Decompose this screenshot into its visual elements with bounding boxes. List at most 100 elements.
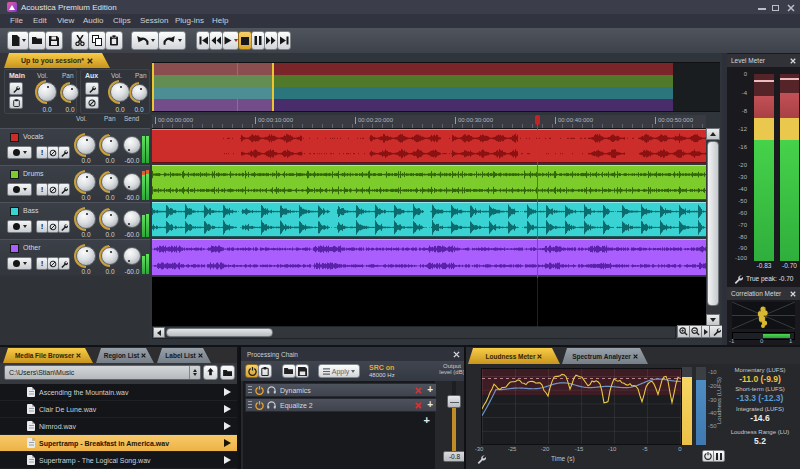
track-volume-knob[interactable]	[76, 135, 96, 155]
timeline-settings-button[interactable]	[709, 325, 723, 338]
redo-button[interactable]	[158, 31, 186, 50]
track-pan-knob[interactable]	[101, 173, 119, 191]
file-row[interactable]: Clair De Lune.wav	[0, 401, 237, 418]
menu-audio[interactable]: Audio	[83, 16, 103, 25]
arm-record-button[interactable]	[7, 146, 32, 159]
session-tab[interactable]: Up to you session*	[4, 53, 110, 68]
add-effect-icon[interactable]: +	[424, 414, 430, 426]
processing-chain-close-icon[interactable]	[453, 351, 460, 358]
vertical-scrollbar[interactable]	[706, 128, 720, 326]
correlation-meter-close-icon[interactable]	[790, 291, 796, 297]
region-tab-close-icon[interactable]	[141, 353, 146, 358]
tab-label-list[interactable]: Label List	[157, 348, 211, 363]
path-select[interactable]: C:\Users\Stian\Music	[4, 365, 201, 380]
aux-fx-button[interactable]	[85, 82, 99, 95]
fx-button[interactable]	[58, 146, 70, 159]
play-button[interactable]	[222, 31, 239, 50]
remove-effect-icon[interactable]	[415, 402, 422, 409]
horizontal-scrollbar[interactable]	[152, 326, 676, 339]
loudness-tab-close-icon[interactable]	[537, 354, 542, 359]
stop-button[interactable]	[238, 31, 252, 50]
vertical-scroll-thumb[interactable]	[707, 141, 719, 306]
menu-view[interactable]: View	[57, 16, 74, 25]
headphones-icon[interactable]	[267, 386, 276, 394]
track-send-knob[interactable]	[123, 136, 141, 154]
new-file-button[interactable]	[7, 31, 29, 50]
main-clipboard-button[interactable]	[9, 96, 23, 109]
file-play-icon[interactable]	[224, 405, 231, 413]
rewind-button[interactable]	[209, 31, 223, 50]
insert-effect-icon[interactable]: +	[427, 400, 433, 410]
menu-session[interactable]: Session	[140, 16, 168, 25]
pause-button[interactable]	[251, 31, 265, 50]
track-pan-knob[interactable]	[101, 210, 119, 228]
file-row-selected[interactable]: Supertramp - Breakfast in America.wav	[0, 435, 237, 452]
effect-power-icon[interactable]	[255, 401, 264, 410]
label-tab-close-icon[interactable]	[198, 353, 203, 358]
session-overview[interactable]	[152, 62, 720, 112]
playhead-marker[interactable]	[535, 115, 540, 125]
menu-clips[interactable]: Clips	[113, 16, 131, 25]
undo-button[interactable]	[131, 31, 159, 50]
copy-button[interactable]	[88, 31, 106, 50]
track-lane-other[interactable]	[152, 239, 706, 276]
insert-effect-icon[interactable]: +	[427, 385, 433, 395]
track-volume-knob[interactable]	[76, 172, 96, 192]
mixer-strip-vocals[interactable]: Vocals!0.00.0-60.0	[0, 128, 150, 165]
save-button[interactable]	[45, 31, 63, 50]
headphones-icon[interactable]	[267, 401, 276, 409]
output-level-value-box[interactable]: -0.8	[443, 451, 466, 462]
file-play-icon[interactable]	[224, 422, 231, 430]
track-send-knob[interactable]	[123, 247, 141, 265]
close-window-icon[interactable]	[787, 4, 795, 12]
arm-record-button[interactable]	[7, 257, 32, 270]
track-pan-knob[interactable]	[101, 247, 119, 265]
fast-forward-button[interactable]	[264, 31, 278, 50]
path-spinner[interactable]	[189, 366, 200, 379]
remove-effect-icon[interactable]	[415, 387, 422, 394]
main-pan-knob[interactable]	[62, 84, 79, 101]
folder-up-button[interactable]	[203, 365, 218, 380]
fx-button[interactable]	[58, 183, 70, 196]
track-lane-bass[interactable]	[152, 202, 706, 237]
file-play-icon[interactable]	[224, 439, 231, 447]
time-ruler[interactable]: 00:00:00:000 00:00:10:000 00:00:20:000 0…	[152, 115, 706, 129]
chain-power-button[interactable]	[245, 364, 259, 378]
mixer-strip-drums[interactable]: Drums!0.00.0-60.0	[0, 165, 150, 202]
chain-clipboard-button[interactable]	[258, 364, 272, 378]
track-lane-drums[interactable]	[152, 165, 706, 200]
tab-region-list[interactable]: Region List	[96, 348, 154, 363]
mixer-strip-other[interactable]: Other!0.00.0-60.0	[0, 239, 150, 276]
tab-loudness-meter[interactable]: Loudness Meter	[468, 348, 560, 364]
minimize-icon[interactable]	[758, 8, 766, 10]
playhead[interactable]	[537, 115, 538, 278]
arm-record-button[interactable]	[7, 183, 32, 196]
chain-apply-button[interactable]: Apply	[318, 364, 360, 378]
media-tab-close-icon[interactable]	[76, 353, 81, 358]
file-row[interactable]: Supertramp - The Logical Song.wav	[0, 452, 237, 469]
level-meter-settings-icon[interactable]	[733, 274, 743, 284]
scroll-left-button[interactable]	[153, 327, 165, 338]
session-tab-close-icon[interactable]	[87, 58, 93, 64]
aux-pan-knob[interactable]	[131, 84, 148, 101]
horizontal-scroll-thumb[interactable]	[166, 328, 273, 337]
tab-media-file-browser[interactable]: Media File Browser	[3, 348, 93, 363]
effect-power-icon[interactable]	[255, 386, 264, 395]
track-pan-knob[interactable]	[101, 136, 119, 154]
aux-mute-button[interactable]	[85, 96, 99, 109]
open-button[interactable]	[28, 31, 46, 50]
arm-record-button[interactable]	[7, 220, 32, 233]
level-meter-close-icon[interactable]	[790, 58, 796, 64]
track-send-knob[interactable]	[123, 210, 141, 228]
track-volume-knob[interactable]	[76, 246, 96, 266]
file-play-icon[interactable]	[224, 388, 231, 396]
skip-to-start-button[interactable]	[196, 31, 210, 50]
drag-handle-icon[interactable]	[248, 400, 252, 410]
scroll-up-button[interactable]	[706, 128, 720, 140]
main-fx-button[interactable]	[9, 82, 23, 95]
effect-row-equalize[interactable]: Equalize 2 +	[245, 398, 437, 412]
menu-file[interactable]: File	[10, 16, 23, 25]
browse-folder-button[interactable]	[220, 365, 235, 380]
fx-button[interactable]	[58, 220, 70, 233]
loudness-pause-button[interactable]	[713, 450, 725, 462]
